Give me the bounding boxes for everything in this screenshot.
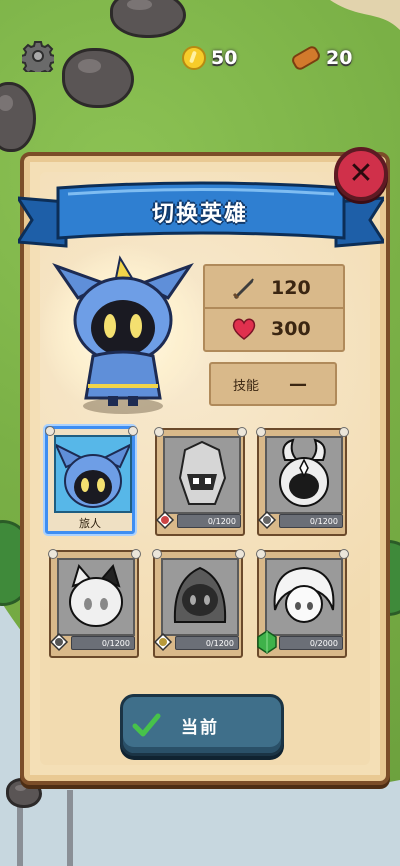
hero-portrait	[38, 243, 213, 418]
wood-counter: 20	[289, 40, 353, 76]
unlock-progress: 0/1200	[279, 514, 343, 528]
health-value: 300	[271, 318, 311, 340]
settings-gear-icon[interactable]	[20, 40, 56, 77]
knight-hero-silhouette-icon	[178, 440, 227, 505]
hero-card-locked[interactable]: 0/2000	[256, 549, 349, 658]
unlock-progress: 0/1200	[71, 636, 135, 650]
hero-card-traveler[interactable]: 旅人	[45, 426, 138, 534]
unlock-progress: 0/1200	[177, 514, 241, 528]
skill-board: 技能 —	[209, 362, 337, 406]
bone-badge-icon	[257, 510, 277, 530]
bone-badge-icon	[155, 510, 175, 530]
hero-card-locked[interactable]: 0/1200	[256, 427, 349, 536]
current-hero-button[interactable]: 当前	[120, 694, 284, 756]
bone-badge-icon	[49, 632, 69, 652]
unlock-progress: 0/1200	[175, 636, 239, 650]
close-icon: ✕	[348, 156, 374, 191]
skill-label: 技能	[233, 378, 260, 394]
unlock-progress: 0/2000	[279, 636, 343, 650]
horned-hero-silhouette-icon	[279, 438, 329, 507]
health-stat: 300	[205, 309, 343, 349]
coin-icon	[182, 46, 206, 70]
sword-icon	[232, 278, 254, 300]
close-button[interactable]: ✕	[334, 147, 388, 201]
current-button-label: 当前	[181, 717, 219, 738]
hero-card-locked[interactable]: 0/1200	[152, 549, 245, 658]
skill-value: —	[289, 373, 308, 395]
cat-hero-silhouette-icon	[69, 563, 123, 627]
bone-badge-icon	[153, 632, 173, 652]
attack-stat: 120	[205, 268, 343, 308]
hero-card-locked[interactable]: 0/1200	[154, 427, 247, 536]
hero-name: 旅人	[79, 517, 101, 530]
panel-title: 切换英雄	[151, 202, 248, 227]
traveler-hero-icon	[56, 443, 130, 508]
checkmark-icon	[132, 713, 161, 737]
rock-decoration	[62, 48, 134, 108]
coin-counter: 50	[182, 40, 237, 76]
attack-value: 120	[271, 277, 311, 299]
hero-card-locked[interactable]: 0/1200	[48, 549, 141, 658]
hooded-hero-silhouette-icon	[173, 566, 227, 623]
wood-log-icon	[289, 44, 323, 72]
heart-icon	[232, 318, 256, 340]
hero-stats-board: 120 300	[203, 264, 345, 352]
traveler-hero-icon	[52, 255, 194, 414]
girl-hero-silhouette-icon	[273, 566, 335, 623]
green-gem-icon	[257, 630, 277, 654]
coin-count: 50	[211, 47, 238, 69]
wood-count: 20	[326, 47, 353, 69]
